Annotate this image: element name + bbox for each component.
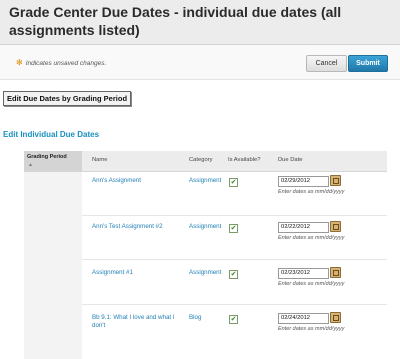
date-format-hint: Enter dates as mm/dd/yyyy — [278, 281, 345, 287]
row-divider — [82, 259, 387, 260]
calendar-icon[interactable] — [330, 175, 341, 186]
note-text: Indicates unsaved changes. — [25, 60, 107, 67]
row-divider — [82, 215, 387, 216]
calendar-icon[interactable] — [330, 312, 341, 323]
assignment-name[interactable]: Ann's Assignment — [92, 177, 182, 185]
available-checkbox[interactable]: ✔ — [229, 315, 238, 324]
table-row: Bb 9.1: What I love and what I don't Blo… — [24, 309, 387, 354]
calendar-icon[interactable] — [330, 221, 341, 232]
assignment-category[interactable]: Assignment — [189, 269, 221, 276]
assignment-category[interactable]: Assignment — [189, 223, 221, 230]
title-bar: Grade Center Due Dates - individual due … — [0, 0, 400, 45]
unsaved-changes-note: ✻ Indicates unsaved changes. — [16, 58, 106, 67]
assignment-category[interactable]: Assignment — [189, 177, 221, 184]
row-divider — [82, 304, 387, 305]
due-date-input[interactable]: 02/22/2012 — [278, 222, 329, 233]
available-checkbox[interactable]: ✔ — [229, 224, 238, 233]
due-date-header[interactable]: Due Date — [278, 157, 303, 163]
page-title: Grade Center Due Dates - individual due … — [9, 4, 342, 38]
due-date-input[interactable]: 02/23/2012 — [278, 268, 329, 279]
table-row: Assignment #1 Assignment ✔ 02/23/2012 En… — [24, 264, 387, 309]
section-title: Edit Individual Due Dates — [3, 130, 100, 139]
available-checkbox[interactable]: ✔ — [229, 270, 238, 279]
assignment-name[interactable]: Bb 9.1: What I love and what I don't — [92, 314, 182, 330]
table-row: Ann's Test Assignment #2 Assignment ✔ 02… — [24, 218, 387, 263]
due-date-input[interactable]: 02/29/2012 — [278, 176, 329, 187]
submit-button[interactable]: Submit — [348, 55, 388, 72]
date-format-hint: Enter dates as mm/dd/yyyy — [278, 235, 345, 241]
table-row: Ann's Assignment Assignment ✔ 02/29/2012… — [24, 172, 387, 217]
assignment-category[interactable]: Blog — [189, 314, 201, 321]
available-header[interactable]: Is Available? — [228, 157, 260, 163]
assignment-name[interactable]: Assignment #1 — [92, 269, 182, 277]
grading-period-header[interactable]: Grading Period ▲ — [24, 151, 82, 171]
category-header[interactable]: Category — [189, 157, 213, 163]
available-checkbox[interactable]: ✔ — [229, 178, 238, 187]
table-header: Grading Period ▲ Name Category Is Availa… — [24, 151, 387, 172]
assignment-name[interactable]: Ann's Test Assignment #2 — [92, 223, 182, 231]
date-format-hint: Enter dates as mm/dd/yyyy — [278, 326, 345, 332]
action-bar: ✻ Indicates unsaved changes. Cancel Submi… — [0, 45, 400, 80]
edit-by-grading-period-button[interactable]: Edit Due Dates by Grading Period — [3, 91, 132, 106]
name-header[interactable]: Name — [92, 157, 107, 163]
grading-period-header-label: Grading Period — [27, 154, 67, 160]
cancel-button[interactable]: Cancel — [306, 55, 347, 72]
asterisk-icon: ✻ — [16, 58, 23, 67]
date-format-hint: Enter dates as mm/dd/yyyy — [278, 189, 345, 195]
due-date-input[interactable]: 02/24/2012 — [278, 313, 329, 324]
sort-icon[interactable]: ▲ — [28, 162, 33, 168]
calendar-icon[interactable] — [330, 267, 341, 278]
